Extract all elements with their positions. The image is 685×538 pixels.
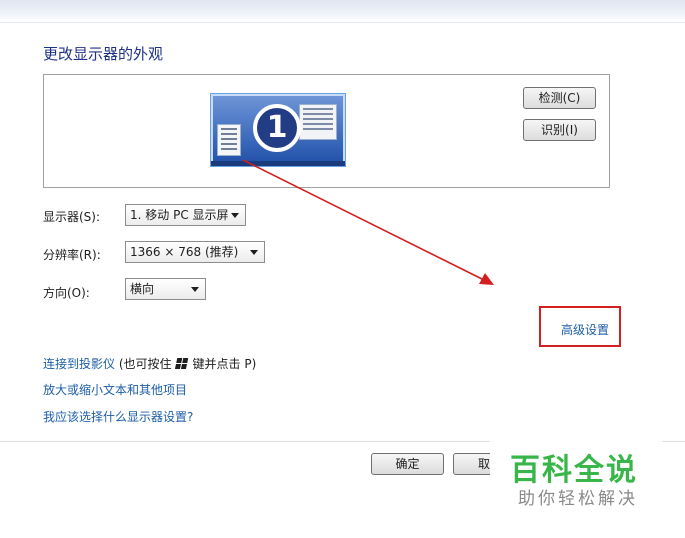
orientation-label: 方向(O): <box>43 286 90 300</box>
monitor-number-badge: 1 <box>253 104 301 152</box>
text-size-link[interactable]: 放大或缩小文本和其他项目 <box>43 381 187 398</box>
detect-button[interactable]: 检测(C) <box>523 87 596 109</box>
monitor-window-icon <box>217 124 241 156</box>
resolution-label: 分辨率(R): <box>43 248 101 262</box>
chevron-down-icon <box>231 213 239 218</box>
display-select[interactable]: 1. 移动 PC 显示屏 <box>125 204 246 226</box>
windows-logo-icon <box>174 358 190 370</box>
watermark-subtitle: 助你轻松解决 <box>518 489 638 509</box>
orientation-select-value: 横向 <box>130 282 155 296</box>
connect-projector-link[interactable]: 连接到投影仪 <box>43 357 115 371</box>
annotation-arrow-head <box>479 273 494 285</box>
monitor-taskbar <box>211 161 345 166</box>
watermark: 百科全说 助你轻松解决 <box>490 437 662 515</box>
annotation-highlight-box <box>539 306 621 347</box>
watermark-title: 百科全说 <box>510 453 638 488</box>
which-settings-link[interactable]: 我应该选择什么显示器设置? <box>43 408 193 425</box>
page-title: 更改显示器的外观 <box>43 45 164 63</box>
display-label: 显示器(S): <box>43 210 101 224</box>
projector-hint-text-a: (也可按住 <box>115 357 172 371</box>
resolution-select[interactable]: 1366 × 768 (推荐) <box>125 241 265 263</box>
ok-button[interactable]: 确定 <box>371 453 444 475</box>
projector-row: 连接到投影仪 (也可按住 键并点击 P) <box>43 355 256 372</box>
chevron-down-icon <box>191 287 199 292</box>
monitor-1-thumbnail[interactable]: 1 <box>210 93 346 167</box>
resolution-select-value: 1366 × 768 (推荐) <box>130 245 239 259</box>
chevron-down-icon <box>250 250 258 255</box>
display-select-value: 1. 移动 PC 显示屏 <box>130 208 229 222</box>
monitor-window-icon <box>299 104 337 140</box>
identify-button[interactable]: 识别(I) <box>523 119 596 141</box>
window-top-bar <box>0 0 685 23</box>
projector-hint-text-b: 键并点击 P) <box>192 357 257 371</box>
orientation-select[interactable]: 横向 <box>125 278 206 300</box>
